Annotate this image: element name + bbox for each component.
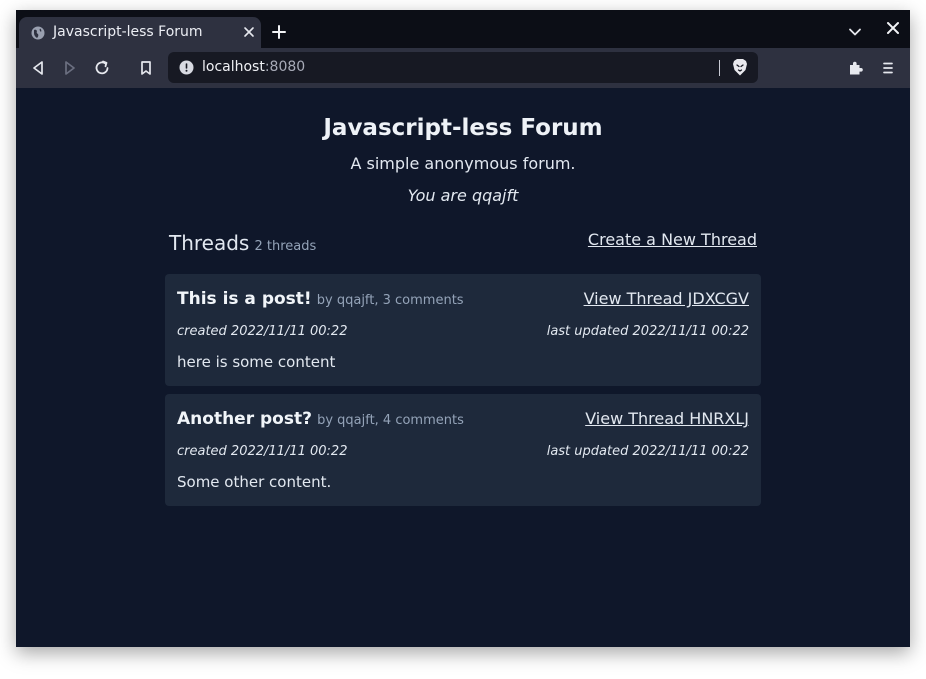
thread-updated: last updated 2022/11/11 00:22 (546, 324, 749, 339)
browser-toolbar: localhost:8080 (16, 48, 910, 88)
puzzle-icon[interactable] (847, 59, 865, 77)
brave-lion-icon[interactable] (731, 58, 749, 77)
thread-card: This is a post! by qqajft, 3 comments Vi… (165, 274, 761, 386)
close-icon[interactable] (242, 25, 256, 39)
page-content: Javascript-less Forum A simple anonymous… (16, 88, 910, 647)
browser-window: Javascript-less Forum localhost:8080 Jav… (16, 10, 910, 647)
thread-title: This is a post! (177, 289, 312, 309)
site-subtitle: A simple anonymous forum. (350, 154, 576, 173)
site-title: Javascript-less Forum (323, 115, 603, 141)
url-host: localhost (202, 59, 265, 75)
tab-strip: Javascript-less Forum (16, 10, 910, 48)
bookmark-icon[interactable] (137, 59, 155, 77)
threads-header: Threads 2 threads (169, 231, 316, 255)
url-text: localhost:8080 (202, 59, 305, 75)
menu-icon[interactable] (879, 59, 897, 77)
reload-icon[interactable] (93, 59, 111, 77)
thread-content: here is some content (177, 353, 336, 371)
threads-count: 2 threads (254, 239, 317, 254)
plus-icon[interactable] (271, 24, 287, 40)
address-bar[interactable]: localhost:8080 (168, 52, 758, 83)
chevron-down-icon[interactable] (848, 25, 862, 39)
url-divider (719, 60, 720, 76)
back-icon[interactable] (29, 59, 47, 77)
thread-updated: last updated 2022/11/11 00:22 (546, 444, 749, 459)
thread-content: Some other content. (177, 473, 332, 491)
thread-card: Another post? by qqajft, 4 comments View… (165, 394, 761, 506)
url-port: :8080 (264, 59, 306, 75)
thread-meta: by qqajft, 4 comments (317, 413, 464, 428)
forward-icon[interactable] (61, 59, 79, 77)
close-icon[interactable] (886, 21, 900, 35)
thread-title-row: This is a post! by qqajft, 3 comments (177, 289, 464, 309)
create-thread-link[interactable]: Create a New Thread (588, 230, 757, 249)
browser-tab[interactable]: Javascript-less Forum (19, 17, 261, 48)
tab-title: Javascript-less Forum (53, 24, 203, 40)
thread-title: Another post? (177, 409, 312, 429)
threads-heading: Threads (169, 231, 250, 255)
thread-meta: by qqajft, 3 comments (316, 293, 464, 308)
info-icon[interactable] (179, 60, 194, 75)
thread-created: created 2022/11/11 00:22 (177, 444, 348, 459)
view-thread-link[interactable]: View Thread JDXCGV (584, 289, 749, 308)
globe-icon (31, 26, 45, 40)
view-thread-link[interactable]: View Thread HNRXLJ (585, 409, 749, 428)
thread-title-row: Another post? by qqajft, 4 comments (177, 409, 464, 429)
thread-created: created 2022/11/11 00:22 (177, 324, 348, 339)
current-user-line: You are qqajft (407, 186, 519, 205)
